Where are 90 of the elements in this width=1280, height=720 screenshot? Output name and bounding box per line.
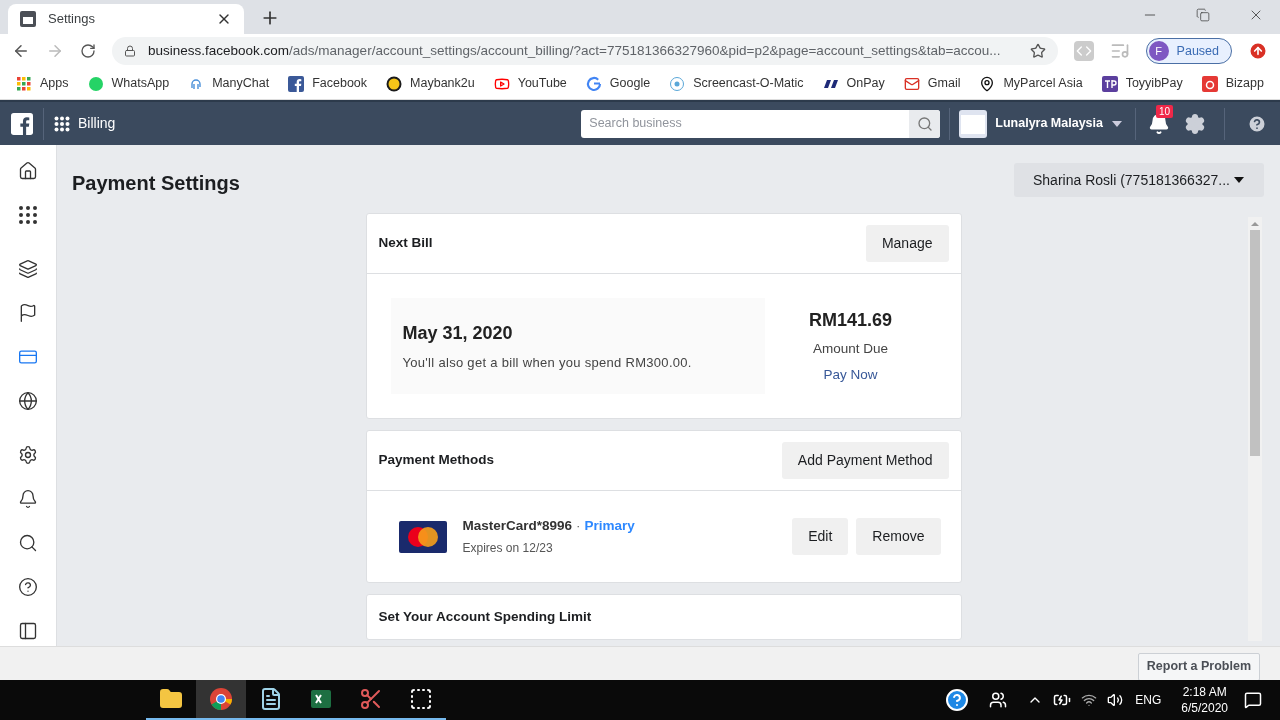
people-icon[interactable] — [989, 691, 1008, 709]
account-selector[interactable]: Sharina Rosli (775181366327... — [1014, 163, 1264, 197]
caret-down-icon — [1111, 119, 1123, 128]
mastercard-logo-icon — [398, 520, 447, 553]
bookmark-link[interactable]: Gmail — [903, 74, 961, 93]
language-indicator[interactable]: ENG — [1135, 691, 1162, 709]
manage-button[interactable]: Manage — [865, 225, 949, 262]
wifi-icon[interactable] — [1081, 692, 1098, 708]
notifications-icon[interactable] — [1244, 691, 1262, 709]
amount-due-label: Amount Due — [812, 339, 888, 358]
page-title: Payment Settings — [72, 171, 240, 196]
card-title: Next Bill — [378, 234, 433, 253]
profile-status: Paused — [1176, 42, 1219, 60]
bookmark-link[interactable]: ManyChat — [188, 74, 270, 93]
caret-down-icon — [1233, 176, 1245, 184]
profile-button[interactable]: F Paused — [1145, 38, 1232, 64]
bill-date: May 31, 2020 — [402, 321, 514, 345]
facebook-logo-icon — [288, 75, 305, 92]
address-field[interactable]: business.facebook.com/ads/manager/account_settings/account_billing/?act=775181366327960&pid=p2&page=account_settings&tab=accou... — [112, 37, 1058, 65]
grid-dots-icon — [54, 115, 70, 132]
notification-count: 10 — [1156, 104, 1174, 118]
bookmark-link[interactable]: YouTube — [493, 74, 567, 93]
back-icon[interactable] — [12, 42, 30, 60]
notepad-icon — [259, 687, 283, 711]
google-g-icon — [585, 75, 602, 92]
card-title: Payment Methods — [378, 451, 495, 470]
taskbar-app[interactable] — [196, 680, 246, 720]
excel-logo-icon — [309, 687, 333, 711]
map-pin-icon — [979, 75, 996, 92]
url-text: business.facebook.com/ads/manager/account_settings/account_billing/?act=775181366327960&pid=p2&page=account_settings&tab=accou... — [148, 41, 1002, 60]
globe-icon — [18, 391, 38, 411]
report-problem-button[interactable]: Report a Problem — [1137, 652, 1260, 681]
settings-icon[interactable] — [1184, 112, 1206, 135]
restore-icon[interactable] — [1196, 8, 1210, 22]
add-payment-method-button[interactable]: Add Payment Method — [781, 442, 949, 479]
mail-icon — [903, 75, 920, 92]
card-name: MasterCard*8996 — [462, 516, 573, 535]
record-circle-icon — [669, 75, 686, 92]
bookmark-link[interactable]: OnPay — [822, 74, 885, 93]
facebook-logo-icon[interactable] — [10, 112, 33, 135]
bookmark-link[interactable]: MyParcel Asia — [979, 74, 1083, 93]
scissors-icon — [359, 687, 383, 711]
bill-note: You'll also get a bill when you spend RM300.00. — [402, 353, 693, 372]
pay-now-link[interactable]: Pay Now — [823, 365, 878, 386]
browser-tab[interactable]: Settings — [8, 4, 244, 34]
side-panel-icon — [18, 621, 38, 641]
bookmark-link[interactable]: Facebook — [288, 74, 368, 93]
apps-grid-icon — [16, 75, 32, 92]
primary-label: Primary — [584, 516, 635, 535]
card-expiry: Expires on 12/23 — [462, 540, 554, 558]
bookmark-star-icon[interactable] — [1029, 43, 1046, 59]
amount-due-value: RM141.69 — [808, 308, 893, 332]
card-title: Set Your Account Spending Limit — [378, 607, 592, 626]
card-action-button[interactable]: Edit — [792, 518, 849, 555]
chrome-logo-icon — [209, 687, 233, 711]
card-action-button[interactable]: Remove — [856, 518, 941, 555]
profile-avatar: F — [1148, 41, 1169, 61]
reload-icon[interactable] — [80, 43, 96, 59]
business-switcher[interactable]: Lunalyra Malaysia — [959, 109, 1123, 138]
bookmark-link[interactable]: Google — [585, 74, 651, 93]
toyyib-logo-icon — [1101, 75, 1118, 92]
stacked-pages-icon — [18, 259, 38, 279]
settings-icon — [18, 445, 38, 465]
bell-icon — [18, 489, 38, 509]
business-avatar-icon — [959, 109, 988, 138]
help-icon — [18, 577, 38, 597]
update-icon[interactable] — [1248, 41, 1268, 61]
bookmark-link[interactable]: WhatsApp — [87, 74, 170, 93]
bookmark-link[interactable]: ToyyibPay — [1101, 74, 1183, 93]
bookmark-link[interactable]: Apps — [16, 74, 69, 93]
bizapp-logo-icon — [1201, 75, 1218, 92]
volume-icon[interactable] — [1107, 692, 1124, 708]
dashed-square-icon — [409, 687, 433, 711]
search-icon[interactable] — [916, 115, 933, 132]
clock[interactable]: 2:18 AM 6/5/2020 — [1181, 684, 1228, 716]
scrollbar[interactable] — [1248, 217, 1262, 641]
section-menu-button[interactable]: Billing — [54, 113, 116, 134]
folder-icon — [159, 687, 183, 711]
bookmark-link[interactable]: Maybank2u — [386, 74, 475, 93]
flag-icon — [18, 303, 38, 323]
help-icon[interactable] — [1247, 113, 1267, 134]
separator-dot: · — [576, 516, 581, 535]
bookmark-link[interactable]: Screencast-O-Matic — [669, 74, 804, 93]
search-icon — [18, 533, 38, 553]
home-icon — [18, 161, 38, 181]
tab-title: Settings — [48, 10, 96, 29]
bookmark-link[interactable]: Bizapp — [1201, 74, 1264, 93]
lock-icon — [124, 45, 136, 57]
grid-dots-icon — [18, 205, 38, 225]
chat-bubble-icon — [87, 75, 104, 92]
